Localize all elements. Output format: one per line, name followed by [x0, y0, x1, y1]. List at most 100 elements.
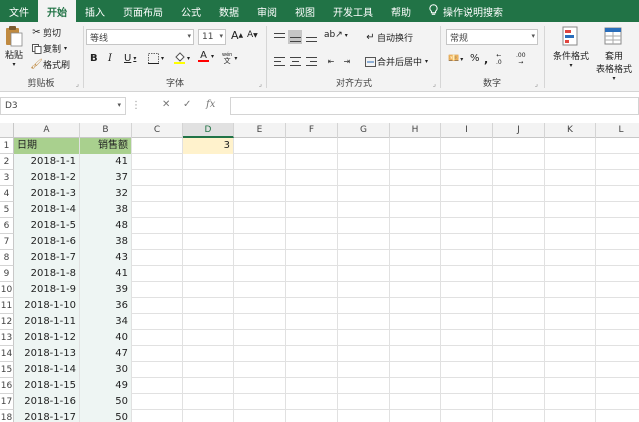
cell-a18[interactable]: 2018-1-17 [14, 410, 79, 422]
conditional-formatting-button[interactable]: 条件格式 ▾ [551, 26, 591, 69]
row-header-8[interactable]: 8 [0, 250, 14, 266]
merge-center-button[interactable]: 合并后居中 ▾ [364, 55, 428, 68]
cell-a16[interactable]: 2018-1-15 [14, 378, 79, 394]
cancel-icon[interactable]: ✕ [162, 99, 170, 110]
number-format-select[interactable]: 常规 ▾ [446, 29, 538, 45]
copy-button[interactable]: 复制 ▾ [30, 42, 67, 55]
column-header-k[interactable]: K [545, 123, 596, 138]
row-header-4[interactable]: 4 [0, 186, 14, 202]
cell-a3[interactable]: 2018-1-2 [14, 170, 79, 186]
row-header-11[interactable]: 11 [0, 298, 14, 314]
align-center-button[interactable] [288, 54, 302, 68]
tab-page-layout[interactable]: 页面布局 [114, 0, 172, 22]
formula-input[interactable] [230, 97, 639, 115]
align-right-button[interactable] [304, 54, 318, 68]
italic-button[interactable]: I [108, 53, 112, 64]
cell-a2[interactable]: 2018-1-1 [14, 154, 79, 170]
fill-color-button[interactable]: ▾ [174, 52, 190, 64]
cell-b2[interactable]: 41 [80, 154, 131, 170]
row-header-15[interactable]: 15 [0, 362, 14, 378]
cell-b6[interactable]: 48 [80, 218, 131, 234]
column-header-f[interactable]: F [286, 123, 338, 138]
cell-b1[interactable]: 销售额 [80, 138, 131, 154]
column-header-l[interactable]: L [596, 123, 639, 138]
wrap-text-button[interactable]: ↵ 自动换行 [364, 31, 413, 44]
format-as-table-button[interactable]: 套用 表格格式 ▾ [594, 26, 634, 82]
row-header-3[interactable]: 3 [0, 170, 14, 186]
orientation-button[interactable]: ab↗ ▾ [324, 30, 348, 40]
tab-view[interactable]: 视图 [286, 0, 324, 22]
middle-align-button[interactable] [288, 30, 302, 44]
comma-style-button[interactable]: , [484, 53, 488, 66]
align-left-button[interactable] [272, 54, 286, 68]
cell-b9[interactable]: 41 [80, 266, 131, 282]
row-header-12[interactable]: 12 [0, 314, 14, 330]
borders-button[interactable]: ▾ [148, 53, 164, 64]
select-all-corner[interactable] [0, 123, 14, 138]
shrink-font-button[interactable]: A ▼ [247, 30, 258, 40]
bold-button[interactable]: B [90, 53, 98, 64]
cell-b3[interactable]: 37 [80, 170, 131, 186]
cell-a9[interactable]: 2018-1-8 [14, 266, 79, 282]
column-header-i[interactable]: I [441, 123, 493, 138]
cell-b14[interactable]: 47 [80, 346, 131, 362]
cell-a5[interactable]: 2018-1-4 [14, 202, 79, 218]
row-header-9[interactable]: 9 [0, 266, 14, 282]
cell-b5[interactable]: 38 [80, 202, 131, 218]
font-color-button[interactable]: A ▾ [198, 51, 214, 62]
tab-review[interactable]: 审阅 [248, 0, 286, 22]
cell-b15[interactable]: 30 [80, 362, 131, 378]
column-header-a[interactable]: A [14, 123, 80, 138]
font-size-select[interactable]: 11 ▾ [198, 29, 226, 45]
phonetic-button[interactable]: wén 文 ▾ [222, 52, 237, 65]
alignment-launcher-icon[interactable]: ⌟ [433, 80, 436, 88]
column-header-c[interactable]: C [132, 123, 183, 138]
cell-a14[interactable]: 2018-1-13 [14, 346, 79, 362]
enter-icon[interactable]: ✓ [183, 99, 191, 110]
tab-data[interactable]: 数据 [210, 0, 248, 22]
row-header-14[interactable]: 14 [0, 346, 14, 362]
decrease-decimal-button[interactable]: .00 → [516, 52, 526, 66]
accounting-format-button[interactable]: 💴 ▾ [448, 54, 463, 64]
cut-button[interactable]: ✂ 剪切 [30, 26, 61, 39]
cell-d1[interactable]: 3 [183, 138, 233, 154]
cell-a13[interactable]: 2018-1-12 [14, 330, 79, 346]
row-header-1[interactable]: 1 [0, 138, 14, 154]
cell-b18[interactable]: 50 [80, 410, 131, 422]
percent-button[interactable]: % [470, 53, 480, 64]
number-launcher-icon[interactable]: ⌟ [535, 80, 538, 88]
column-header-g[interactable]: G [338, 123, 390, 138]
cell-a1[interactable]: 日期 [14, 138, 79, 154]
paste-button[interactable]: 粘贴 ▾ [3, 25, 25, 69]
format-painter-button[interactable]: 🖌 格式刷 [30, 58, 70, 71]
row-header-10[interactable]: 10 [0, 282, 14, 298]
tell-me-search[interactable]: 操作说明搜索 [420, 0, 512, 22]
cell-a6[interactable]: 2018-1-5 [14, 218, 79, 234]
cell-a15[interactable]: 2018-1-14 [14, 362, 79, 378]
column-header-j[interactable]: J [493, 123, 545, 138]
font-name-select[interactable]: 等线 ▾ [86, 29, 194, 45]
name-box[interactable]: D3 ▾ [0, 97, 126, 115]
cell-a8[interactable]: 2018-1-7 [14, 250, 79, 266]
increase-decimal-button[interactable]: ← .0 [496, 52, 502, 66]
bottom-align-button[interactable] [304, 30, 318, 44]
row-header-6[interactable]: 6 [0, 218, 14, 234]
cell-a10[interactable]: 2018-1-9 [14, 282, 79, 298]
tab-help[interactable]: 帮助 [382, 0, 420, 22]
tab-developer[interactable]: 开发工具 [324, 0, 382, 22]
row-header-2[interactable]: 2 [0, 154, 14, 170]
column-header-h[interactable]: H [390, 123, 441, 138]
cell-b17[interactable]: 50 [80, 394, 131, 410]
cell-b8[interactable]: 43 [80, 250, 131, 266]
tab-home[interactable]: 开始 [38, 0, 76, 22]
clipboard-launcher-icon[interactable]: ⌟ [76, 80, 79, 88]
grow-font-button[interactable]: A ▲ [231, 29, 243, 42]
column-header-e[interactable]: E [234, 123, 286, 138]
formula-bar-grip-icon[interactable]: ⋮ [131, 100, 141, 111]
cell-a17[interactable]: 2018-1-16 [14, 394, 79, 410]
decrease-indent-button[interactable]: ⇤ [324, 54, 338, 68]
cell-b13[interactable]: 40 [80, 330, 131, 346]
row-header-18[interactable]: 18 [0, 410, 14, 422]
underline-button[interactable]: U ▾ [124, 53, 136, 64]
row-header-5[interactable]: 5 [0, 202, 14, 218]
